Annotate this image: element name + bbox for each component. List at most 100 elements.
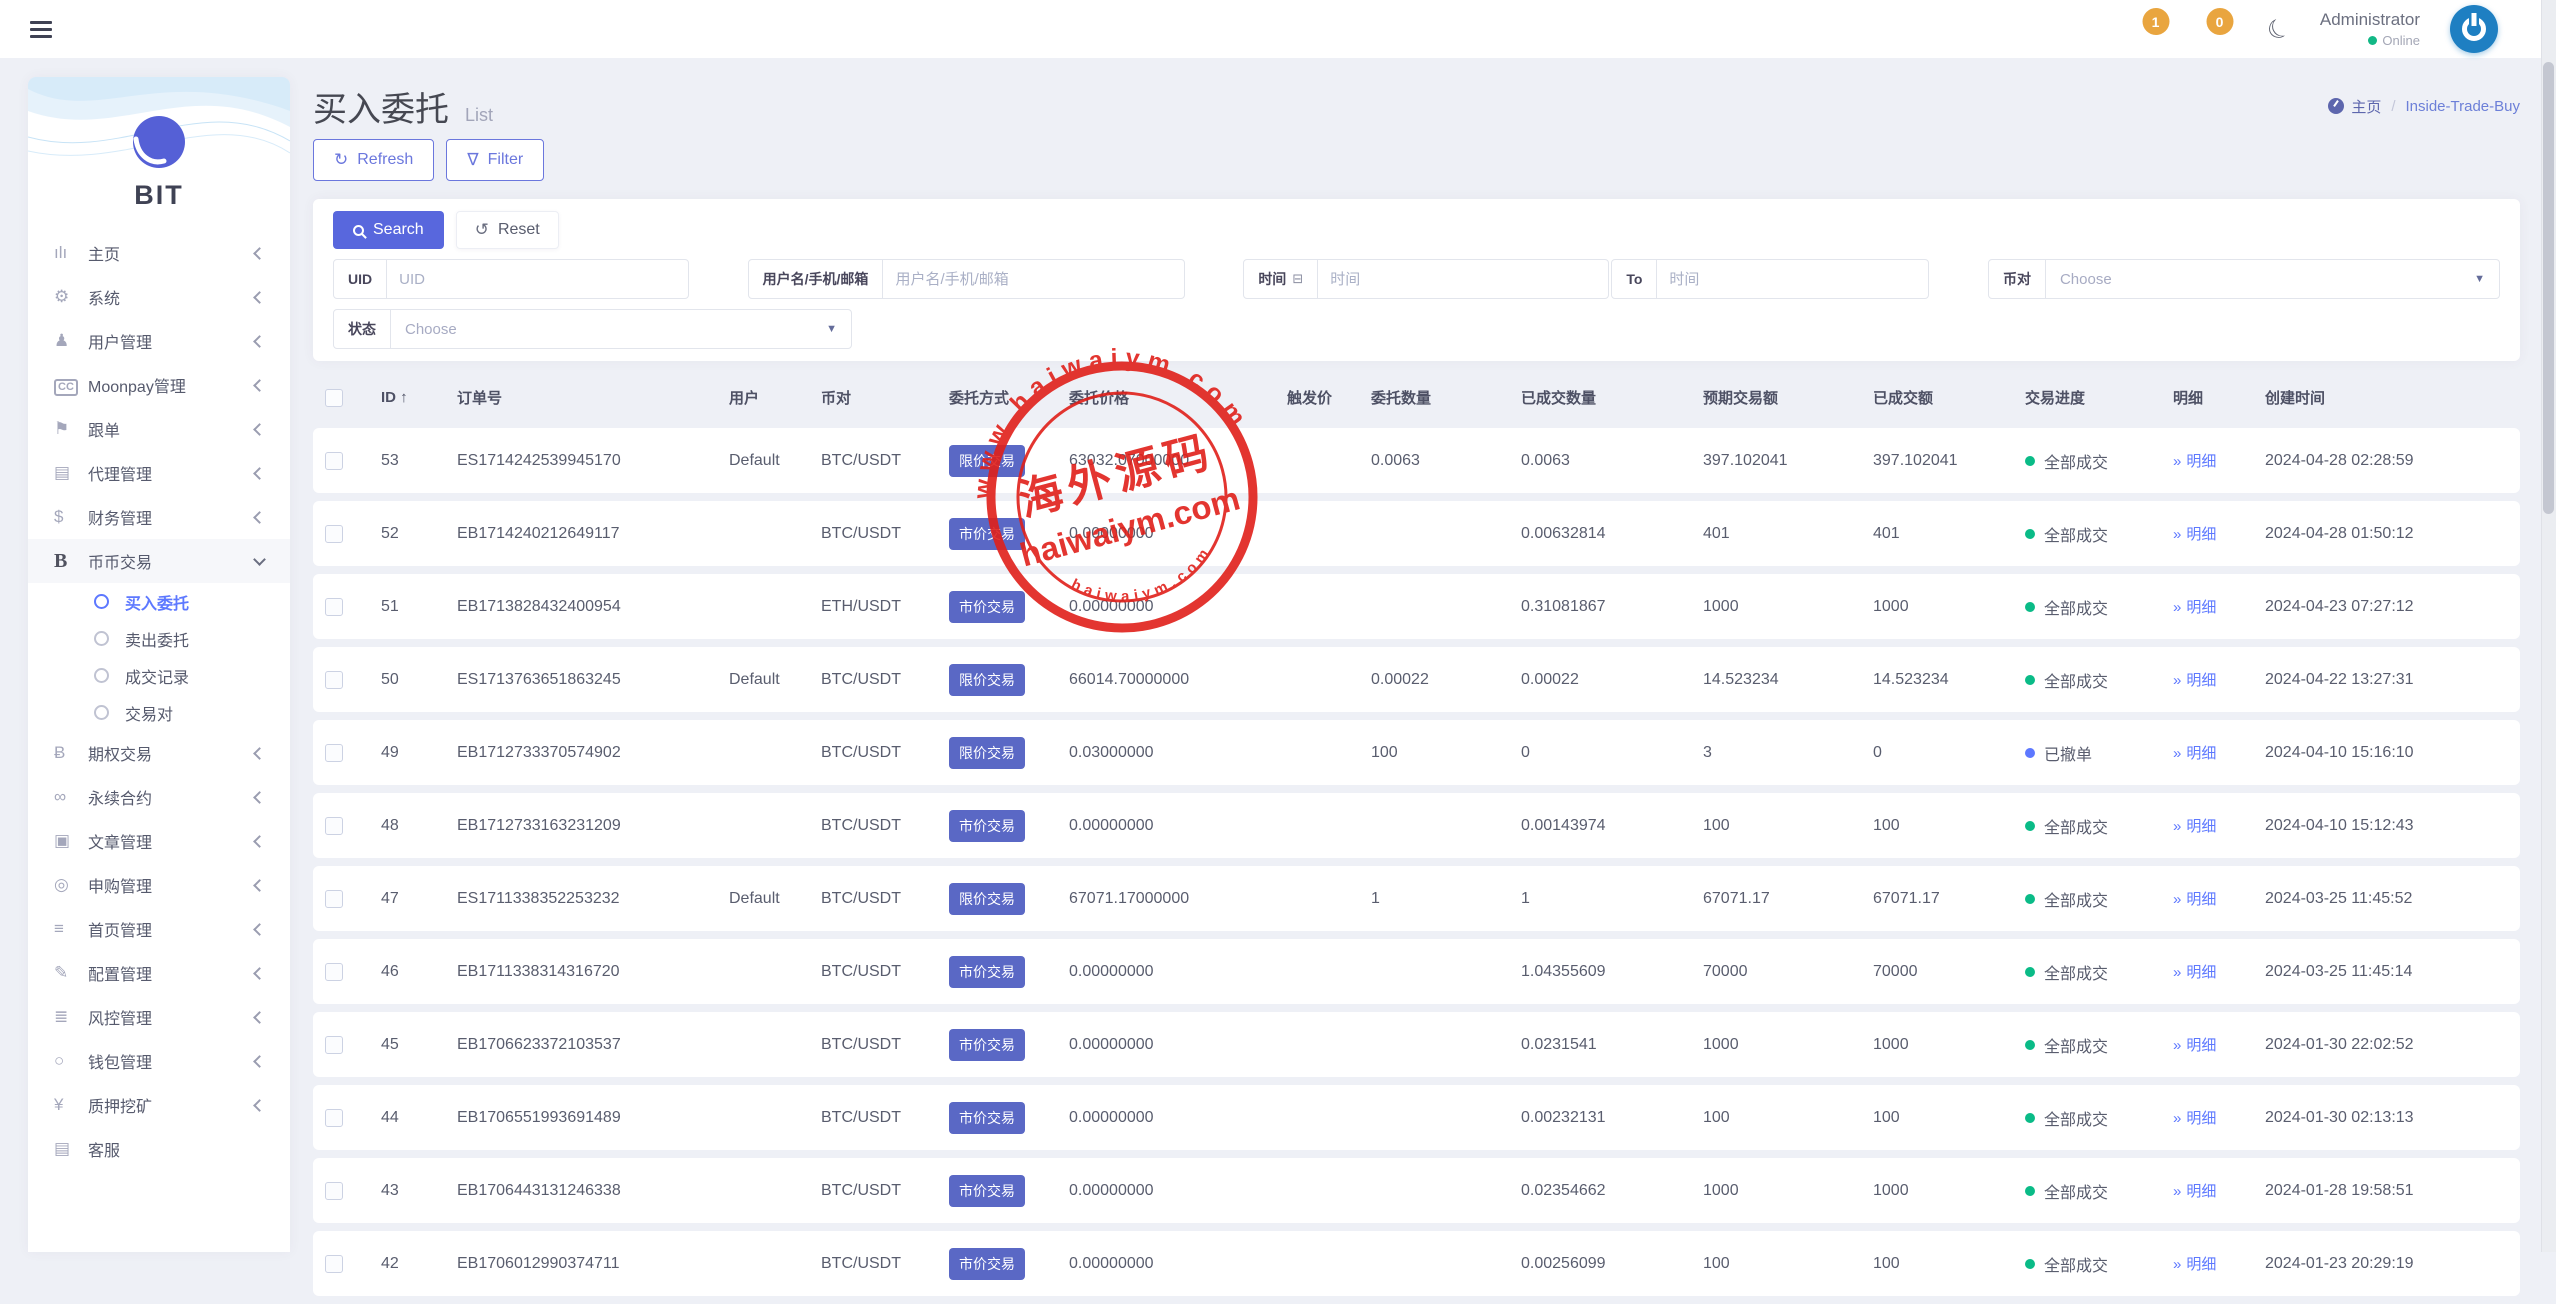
- sidebar-item[interactable]: Ƀ 期权交易: [28, 731, 290, 775]
- sidebar-subitem[interactable]: 买入委托: [28, 583, 290, 620]
- detail-link[interactable]: »明细: [2173, 453, 2216, 470]
- row-checkbox[interactable]: [325, 744, 343, 762]
- row-checkbox[interactable]: [325, 1036, 343, 1054]
- detail-link[interactable]: »明细: [2173, 818, 2216, 835]
- status-select[interactable]: Choose ▼: [391, 310, 851, 348]
- sidebar-subitem[interactable]: 卖出委托: [28, 620, 290, 657]
- cell-filled-total: 14.523234: [1861, 647, 2013, 712]
- sidebar-item[interactable]: ▣ 文章管理: [28, 819, 290, 863]
- reset-button[interactable]: ↺ Reset: [456, 211, 559, 249]
- detail-link[interactable]: »明细: [2173, 745, 2216, 762]
- row-checkbox[interactable]: [325, 452, 343, 470]
- double-arrow-icon: »: [2173, 1037, 2181, 1054]
- sidebar-item[interactable]: ✎ 配置管理: [28, 951, 290, 995]
- row-checkbox[interactable]: [325, 671, 343, 689]
- column-header[interactable]: 委托数量: [1359, 375, 1509, 420]
- sidebar-item[interactable]: ∞ 永续合约: [28, 775, 290, 819]
- detail-link[interactable]: »明细: [2173, 599, 2216, 616]
- cell-amount: [1359, 1231, 1509, 1296]
- sidebar-item[interactable]: ≡ 首页管理: [28, 907, 290, 951]
- filter-button[interactable]: ∇ Filter: [446, 139, 544, 181]
- cell-order-no: EB1714240212649117: [445, 501, 717, 566]
- method-badge: 限价交易: [949, 737, 1025, 769]
- user-notification-icon[interactable]: 0: [2203, 8, 2237, 50]
- column-header[interactable]: 用户: [717, 375, 809, 420]
- hamburger-menu-icon[interactable]: [30, 21, 52, 38]
- search-button[interactable]: Search: [333, 211, 444, 249]
- column-header[interactable]: 币对: [809, 375, 937, 420]
- table-row: 44 EB1706551993691489 BTC/USDT 市价交易 0.00…: [313, 1085, 2520, 1150]
- sidebar-item[interactable]: ▤ 客服: [28, 1127, 290, 1171]
- cell-amount: [1359, 574, 1509, 639]
- scrollbar-thumb[interactable]: [2543, 62, 2554, 514]
- column-header[interactable]: 明细: [2161, 375, 2253, 420]
- column-header[interactable]: 触发价: [1275, 375, 1359, 420]
- progress-status: 全部成交: [2025, 814, 2153, 838]
- column-header[interactable]: 委托方式: [937, 375, 1057, 420]
- column-header[interactable]: 预期交易额: [1691, 375, 1861, 420]
- row-checkbox[interactable]: [325, 817, 343, 835]
- sidebar-item[interactable]: ◎ 申购管理: [28, 863, 290, 907]
- sidebar-item[interactable]: ¥ 质押挖矿: [28, 1083, 290, 1127]
- toolbar: ↻ Refresh ∇ Filter: [313, 139, 2520, 181]
- status-filter-group: 状态 Choose ▼: [333, 309, 852, 349]
- power-logo-icon: [2462, 17, 2486, 41]
- sidebar-item[interactable]: $ 财务管理: [28, 495, 290, 539]
- column-header[interactable]: ID ↑: [369, 375, 445, 420]
- cell-order-no: EB1711338314316720: [445, 939, 717, 1004]
- breadcrumb-home[interactable]: 主页: [2328, 96, 2381, 117]
- row-checkbox[interactable]: [325, 963, 343, 981]
- time-to-group: To: [1611, 259, 1929, 299]
- row-checkbox[interactable]: [325, 1182, 343, 1200]
- cell-trigger: [1275, 866, 1359, 931]
- cell-order-no: EB1706551993691489: [445, 1085, 717, 1150]
- cell-order-no: EB1706623372103537: [445, 1012, 717, 1077]
- select-all-checkbox[interactable]: [325, 389, 343, 407]
- row-checkbox[interactable]: [325, 525, 343, 543]
- sidebar-item[interactable]: CC Moonpay管理: [28, 363, 290, 407]
- cell-filled-amount: 0.0231541: [1509, 1012, 1691, 1077]
- sidebar-item[interactable]: ⚙ 系统: [28, 275, 290, 319]
- avatar[interactable]: [2450, 5, 2498, 53]
- main-content: 买入委托 List 主页 / Inside-Trade-Buy ↻ Refres…: [313, 77, 2520, 1304]
- detail-link[interactable]: »明细: [2173, 1110, 2216, 1127]
- vertical-scrollbar[interactable]: [2541, 0, 2556, 1252]
- dark-mode-moon-icon[interactable]: ☾: [2262, 12, 2295, 46]
- detail-link[interactable]: »明细: [2173, 1037, 2216, 1054]
- sidebar-subitem[interactable]: 交易对: [28, 694, 290, 731]
- cell-id: 49: [369, 720, 445, 785]
- uid-input[interactable]: [387, 260, 688, 298]
- cell-price: 67071.17000000: [1057, 866, 1275, 931]
- time-to-input[interactable]: [1657, 260, 1928, 298]
- breadcrumb-current[interactable]: Inside-Trade-Buy: [2406, 98, 2521, 115]
- column-header[interactable]: 交易进度: [2013, 375, 2161, 420]
- time-from-input[interactable]: [1318, 260, 1608, 298]
- user-input[interactable]: [883, 260, 1183, 298]
- sidebar-item[interactable]: ⚑ 跟单: [28, 407, 290, 451]
- sidebar-item[interactable]: ılı 主页: [28, 231, 290, 275]
- column-header[interactable]: 委托价格: [1057, 375, 1275, 420]
- detail-link[interactable]: »明细: [2173, 672, 2216, 689]
- detail-link[interactable]: »明细: [2173, 1183, 2216, 1200]
- refresh-button[interactable]: ↻ Refresh: [313, 139, 434, 181]
- sidebar-item[interactable]: ≣ 风控管理: [28, 995, 290, 1039]
- column-header[interactable]: 已成交数量: [1509, 375, 1691, 420]
- sidebar-item[interactable]: ○ 钱包管理: [28, 1039, 290, 1083]
- sidebar-item[interactable]: ▤ 代理管理: [28, 451, 290, 495]
- sidebar-item-coin-trade[interactable]: B 币币交易: [28, 539, 290, 583]
- row-checkbox[interactable]: [325, 1255, 343, 1273]
- column-header[interactable]: 创建时间: [2253, 375, 2520, 420]
- award-notification-icon[interactable]: 1: [2139, 8, 2173, 50]
- column-header[interactable]: 订单号: [445, 375, 717, 420]
- detail-link[interactable]: »明细: [2173, 891, 2216, 908]
- sidebar-subitem[interactable]: 成交记录: [28, 657, 290, 694]
- row-checkbox[interactable]: [325, 1109, 343, 1127]
- detail-link[interactable]: »明细: [2173, 1256, 2216, 1273]
- sidebar-item[interactable]: ♟ 用户管理: [28, 319, 290, 363]
- row-checkbox[interactable]: [325, 890, 343, 908]
- row-checkbox[interactable]: [325, 598, 343, 616]
- detail-link[interactable]: »明细: [2173, 526, 2216, 543]
- column-header[interactable]: 已成交额: [1861, 375, 2013, 420]
- pair-select[interactable]: Choose ▼: [2046, 260, 2499, 298]
- detail-link[interactable]: »明细: [2173, 964, 2216, 981]
